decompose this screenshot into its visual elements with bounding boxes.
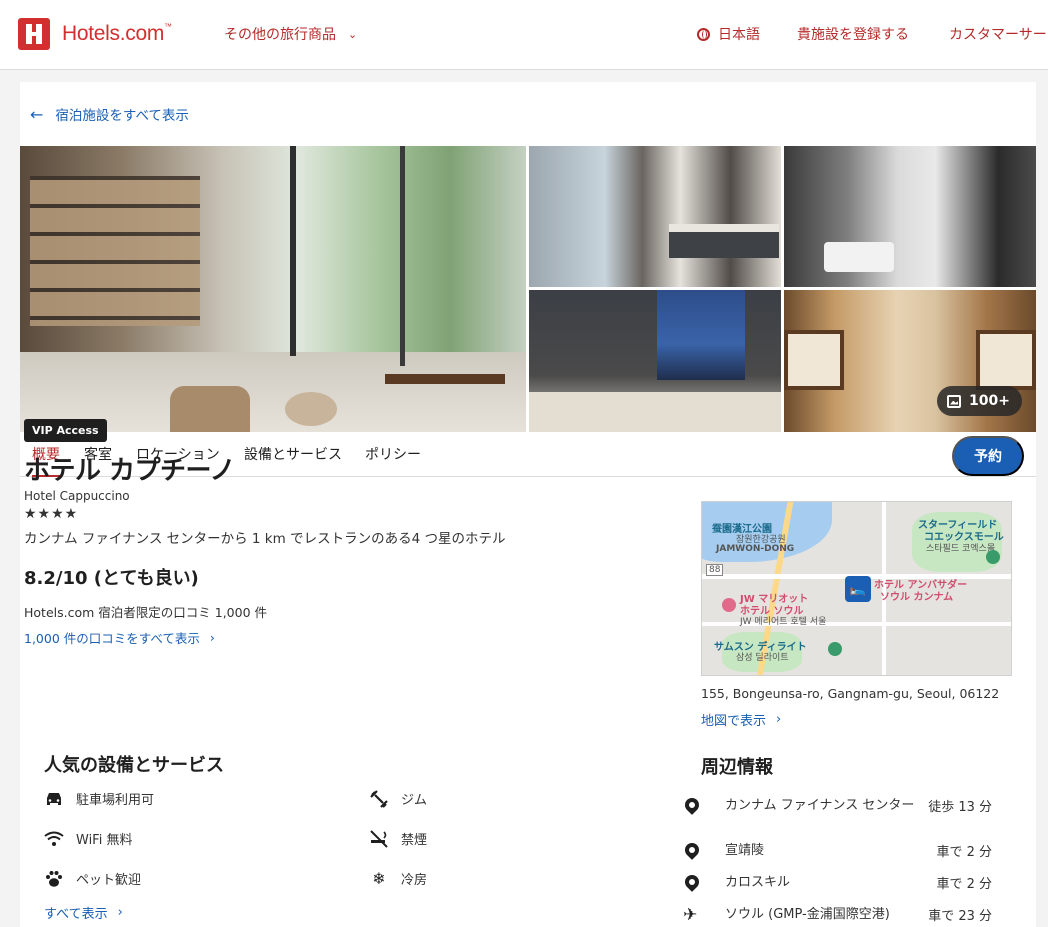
wifi-icon <box>44 830 64 848</box>
more-photos-button[interactable]: 100+ <box>937 386 1022 416</box>
amenity-label: ジム <box>401 793 428 808</box>
gallery-icon <box>947 394 962 408</box>
pin-icon <box>682 795 702 815</box>
view-map-link[interactable]: 地図で表示 › <box>701 710 781 729</box>
hotel-name: ホテル カプチーノ <box>24 456 236 486</box>
photo-lobby[interactable] <box>20 146 526 432</box>
map-poi-icon <box>722 598 736 612</box>
amenity-label: 禁煙 <box>401 833 428 848</box>
more-travel-label: その他の旅行商品 <box>224 27 336 43</box>
star-rating: ★★★★ <box>24 506 79 522</box>
nearby-name: ソウル (GMP-金浦国際空港) <box>725 907 890 922</box>
globe-icon <box>697 27 710 41</box>
pin-icon <box>682 872 702 892</box>
nearby-name: カロスキル <box>725 875 791 890</box>
map-label-jamwon: JAMWON-DONG <box>716 544 795 554</box>
guest-rating: 8.2/10 (とても良い) <box>24 568 199 589</box>
amenity-label: 駐車場利用可 <box>76 793 155 808</box>
see-all-amenities-link[interactable]: すべて表示 › <box>44 903 123 922</box>
see-all-label: すべて表示 <box>44 907 108 922</box>
nearby-time: 徒歩 13 分 <box>928 800 992 815</box>
chevron-down-icon: ⌄ <box>348 27 358 41</box>
review-source: Hotels.com 宿泊者限定の口コミ 1,000 件 <box>24 605 267 620</box>
map-poi-icon <box>828 642 842 656</box>
map-label-coex-ko: 스타필드 코엑스몰 <box>926 544 996 554</box>
hotels-logo[interactable]: Hotels.com™ <box>18 18 172 50</box>
map-label-samsung-ko: 삼성 딜라이트 <box>736 653 789 663</box>
logo-text: Hotels.com™ <box>62 22 172 45</box>
register-property-link[interactable]: 貴施設を登録する <box>797 24 909 44</box>
chevron-right-icon: › <box>776 712 782 727</box>
tab-policies[interactable]: ポリシー <box>365 444 421 477</box>
back-to-all-properties-link[interactable]: ← 宿泊施設をすべて表示 <box>30 104 189 125</box>
hotels-logo-icon <box>18 18 50 50</box>
car-icon <box>44 790 64 808</box>
top-header: Hotels.com™ その他の旅行商品 ⌄ 日本語 貴施設を登録する カスタマ… <box>0 0 1048 70</box>
snowflake-icon: ❄ <box>372 869 386 888</box>
paw-icon <box>44 870 64 888</box>
map-label-route: 88 <box>706 564 724 576</box>
view-map-label: 地図で表示 <box>701 714 767 729</box>
amenity-parking: 駐車場利用可 <box>44 789 154 808</box>
amenities-title: 人気の設備とサービス <box>44 755 224 776</box>
nearby-time: 車で 23 分 <box>928 909 992 924</box>
chevron-right-icon: › <box>209 630 215 645</box>
nearby-time: 車で 2 分 <box>936 877 992 892</box>
photo-gallery: 100+ <box>20 146 1036 432</box>
customer-support-link[interactable]: カスタマーサー <box>949 24 1047 44</box>
reserve-button[interactable]: 予約 <box>952 436 1024 476</box>
tab-amenities[interactable]: 設備とサービス <box>244 444 342 477</box>
all-reviews-link[interactable]: 1,000 件の口コミをすべて表示 › <box>24 628 215 647</box>
nearby-title: 周辺情報 <box>701 757 773 778</box>
amenity-label: WiFi 無料 <box>76 833 133 848</box>
photo-night-room[interactable] <box>529 290 781 432</box>
hotel-map-pin-icon[interactable]: 🛌 <box>845 576 871 602</box>
language-selector[interactable]: 日本語 <box>697 24 760 44</box>
amenity-ac: ❄ 冷房 <box>369 869 427 888</box>
nearby-item: カロスキル 車で 2 分 <box>681 872 992 893</box>
photo-bunk-room[interactable]: 100+ <box>784 290 1036 432</box>
photo-twin-room[interactable] <box>529 146 781 287</box>
amenity-pets: ペット歓迎 <box>44 869 141 888</box>
nearby-time: 車で 2 分 <box>936 845 992 860</box>
hotel-address: 155, Bongeunsa-ro, Gangnam-gu, Seoul, 06… <box>701 686 1000 701</box>
all-reviews-label: 1,000 件の口コミをすべて表示 <box>24 631 200 646</box>
chevron-right-icon: › <box>117 905 123 920</box>
amenity-wifi: WiFi 無料 <box>44 829 132 848</box>
hotel-name-english: Hotel Cappuccino <box>24 489 130 503</box>
dumbbell-icon <box>369 789 389 808</box>
arrow-left-icon: ← <box>30 104 44 124</box>
map-label-jw-ko: JW 메리어트 호텔 서울 <box>740 617 827 627</box>
language-label: 日本語 <box>718 27 760 43</box>
amenity-gym: ジム <box>369 789 427 808</box>
photo-bathroom[interactable] <box>784 146 1036 287</box>
vip-access-badge: VIP Access <box>24 419 107 442</box>
location-map[interactable]: 蚕園漢江公園 잠원한강공원 JAMWON-DONG 88 スターフィールド コエ… <box>701 501 1012 676</box>
more-photos-count: 100+ <box>969 393 1010 409</box>
back-link-label: 宿泊施設をすべて表示 <box>55 108 189 124</box>
more-travel-menu[interactable]: その他の旅行商品 ⌄ <box>224 24 357 44</box>
map-label-ambassador2: ソウル カンナム <box>880 592 954 603</box>
hotel-description: カンナム ファイナンス センターから 1 km でレストランのある4 つ星のホテ… <box>24 531 506 547</box>
nearby-name: 宣靖陵 <box>725 843 765 858</box>
nearby-item: 宣靖陵 車で 2 分 <box>681 840 992 861</box>
pin-icon <box>682 840 702 860</box>
no-smoking-icon <box>369 829 389 848</box>
amenity-no-smoking: 禁煙 <box>369 829 427 848</box>
map-poi-icon <box>986 550 1000 564</box>
plane-icon: ✈ <box>683 905 698 925</box>
amenity-label: ペット歓迎 <box>76 873 142 888</box>
nearby-item: カンナム ファイナンス センター 徒歩 13 分 <box>681 795 992 834</box>
nearby-name: カンナム ファイナンス センター <box>725 798 915 813</box>
amenity-label: 冷房 <box>401 873 428 888</box>
nearby-item: ✈ ソウル (GMP-金浦国際空港) 車で 23 分 <box>681 905 992 925</box>
